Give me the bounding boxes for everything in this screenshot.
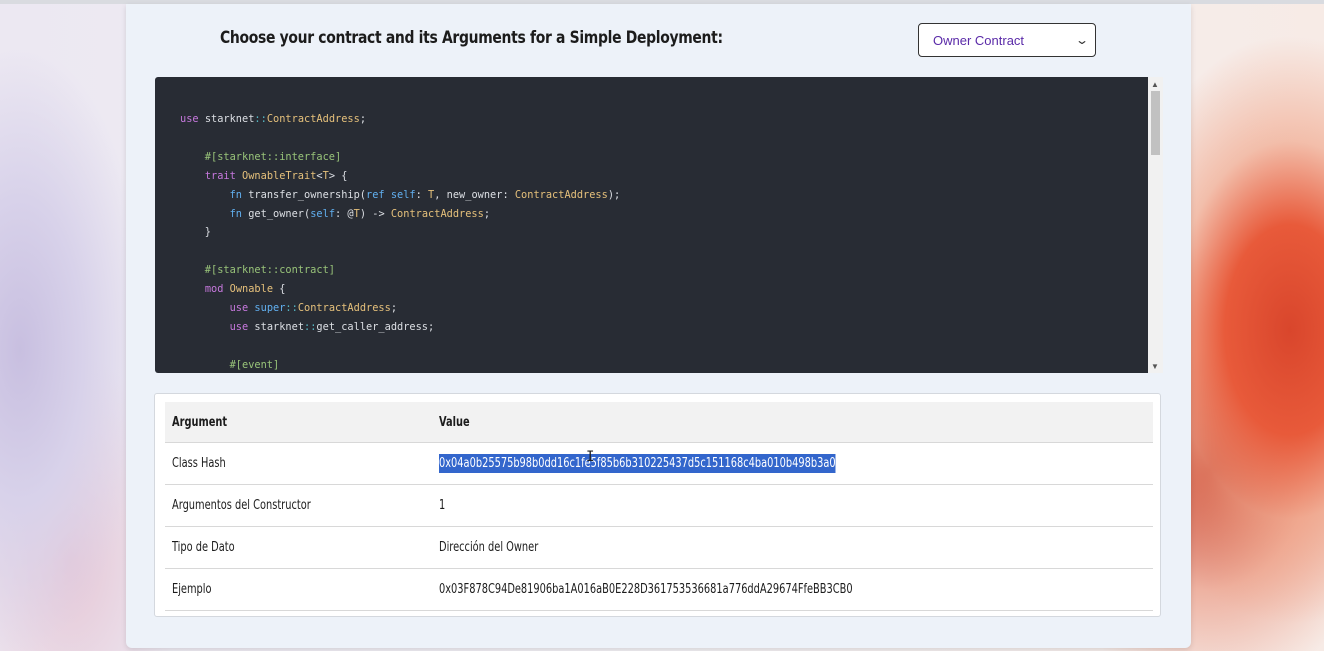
scrollbar-thumb[interactable] <box>1151 91 1160 155</box>
arguments-table: Argument Value Class Hash 0x04a0b25575b9… <box>165 402 1153 611</box>
code-line: use starknet::get_caller_address; <box>229 320 435 333</box>
code-line: mod Ownable { <box>204 283 286 296</box>
table-header-row: Argument Value <box>165 402 1153 443</box>
code-line: fn transfer_ownership(ref self: T, new_o… <box>229 188 621 201</box>
code-line: #[event] <box>180 358 280 371</box>
code-editor[interactable]: use starknet::ContractAddress; #[starkne… <box>155 77 1148 373</box>
page-title: Choose your contract and its Arguments f… <box>220 28 723 48</box>
argument-cell: Tipo de Dato <box>165 526 432 569</box>
value-cell: 1 <box>432 484 1153 527</box>
contract-select-value: Owner Contract <box>933 32 1025 48</box>
code-line: } <box>180 226 211 239</box>
code-line: trait OwnableTrait<T> { <box>204 169 348 182</box>
argument-cell: Ejemplo <box>165 568 432 611</box>
code-line: use super::ContractAddress; <box>229 302 398 315</box>
argument-cell: Argumentos del Constructor <box>165 484 432 527</box>
argument-cell: Class Hash <box>165 442 432 485</box>
code-scrollbar[interactable]: ▲ ▼ <box>1148 77 1163 373</box>
value-cell[interactable]: 0x04a0b25575b98b0dd16c1fe5f85b6b31022543… <box>432 442 1153 485</box>
chevron-down-icon: ⌄ <box>1074 33 1090 47</box>
table-row: Class Hash 0x04a0b25575b98b0dd16c1fe5f85… <box>165 442 1153 485</box>
arguments-table-container: Argument Value Class Hash 0x04a0b25575b9… <box>154 393 1161 617</box>
class-hash-value[interactable]: 0x04a0b25575b98b0dd16c1fe5f85b6b31022543… <box>439 454 836 473</box>
column-header-argument: Argument <box>165 402 432 443</box>
table-row: Ejemplo 0x03F878C94De81906ba1A016aB0E228… <box>165 568 1153 611</box>
table-row: Tipo de Dato Dirección del Owner <box>165 526 1153 569</box>
code-line: #[starknet::contract] <box>180 264 335 277</box>
value-cell: 0x03F878C94De81906ba1A016aB0E228D3617535… <box>432 568 1153 611</box>
scroll-down-arrow-icon[interactable]: ▼ <box>1151 362 1159 371</box>
code-line: use starknet::ContractAddress; <box>180 113 367 125</box>
value-cell: Dirección del Owner <box>432 526 1153 569</box>
code-content: use starknet::ContractAddress; #[starkne… <box>180 110 620 373</box>
code-line: fn get_owner(self: @T) -> ContractAddres… <box>229 207 491 220</box>
column-header-value: Value <box>432 402 1153 443</box>
code-line: #[starknet::interface] <box>180 150 342 163</box>
text-cursor-icon: I <box>586 449 595 465</box>
scroll-up-arrow-icon[interactable]: ▲ <box>1151 80 1159 89</box>
table-row: Argumentos del Constructor 1 <box>165 484 1153 527</box>
contract-select[interactable]: Owner Contract ⌄ <box>918 23 1096 57</box>
